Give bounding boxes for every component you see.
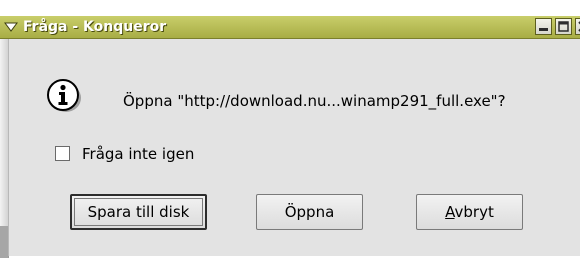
save-to-disk-button[interactable]: Spara till disk [70, 194, 207, 230]
cancel-button[interactable]: Avbryt [416, 194, 523, 230]
chevron-down-icon [4, 22, 18, 32]
title-bar[interactable]: Fråga - Konqueror [0, 16, 580, 39]
dialog-question: Öppna "http://download.nu...winamp291_fu… [123, 92, 506, 110]
close-button[interactable] [575, 18, 580, 35]
minimize-icon [539, 28, 548, 31]
window-menu-button[interactable] [2, 18, 20, 36]
close-icon [578, 21, 580, 32]
maximize-icon [558, 21, 569, 32]
cancel-label: Avbryt [445, 203, 494, 221]
konqueror-dialog-window: Fråga - Konqueror Öppna "http://download… [0, 0, 580, 258]
window-title: Fråga - Konqueror [23, 19, 167, 35]
maximize-button[interactable] [555, 18, 572, 35]
open-label: Öppna [284, 203, 335, 221]
dont-ask-again-label[interactable]: Fråga inte igen [82, 145, 194, 163]
dont-ask-again-checkbox[interactable] [55, 146, 70, 161]
window-frame-handle[interactable] [0, 226, 8, 258]
save-to-disk-label: Spara till disk [87, 203, 190, 221]
info-icon [47, 79, 81, 112]
minimize-button[interactable] [535, 18, 552, 35]
open-button[interactable]: Öppna [256, 194, 363, 230]
